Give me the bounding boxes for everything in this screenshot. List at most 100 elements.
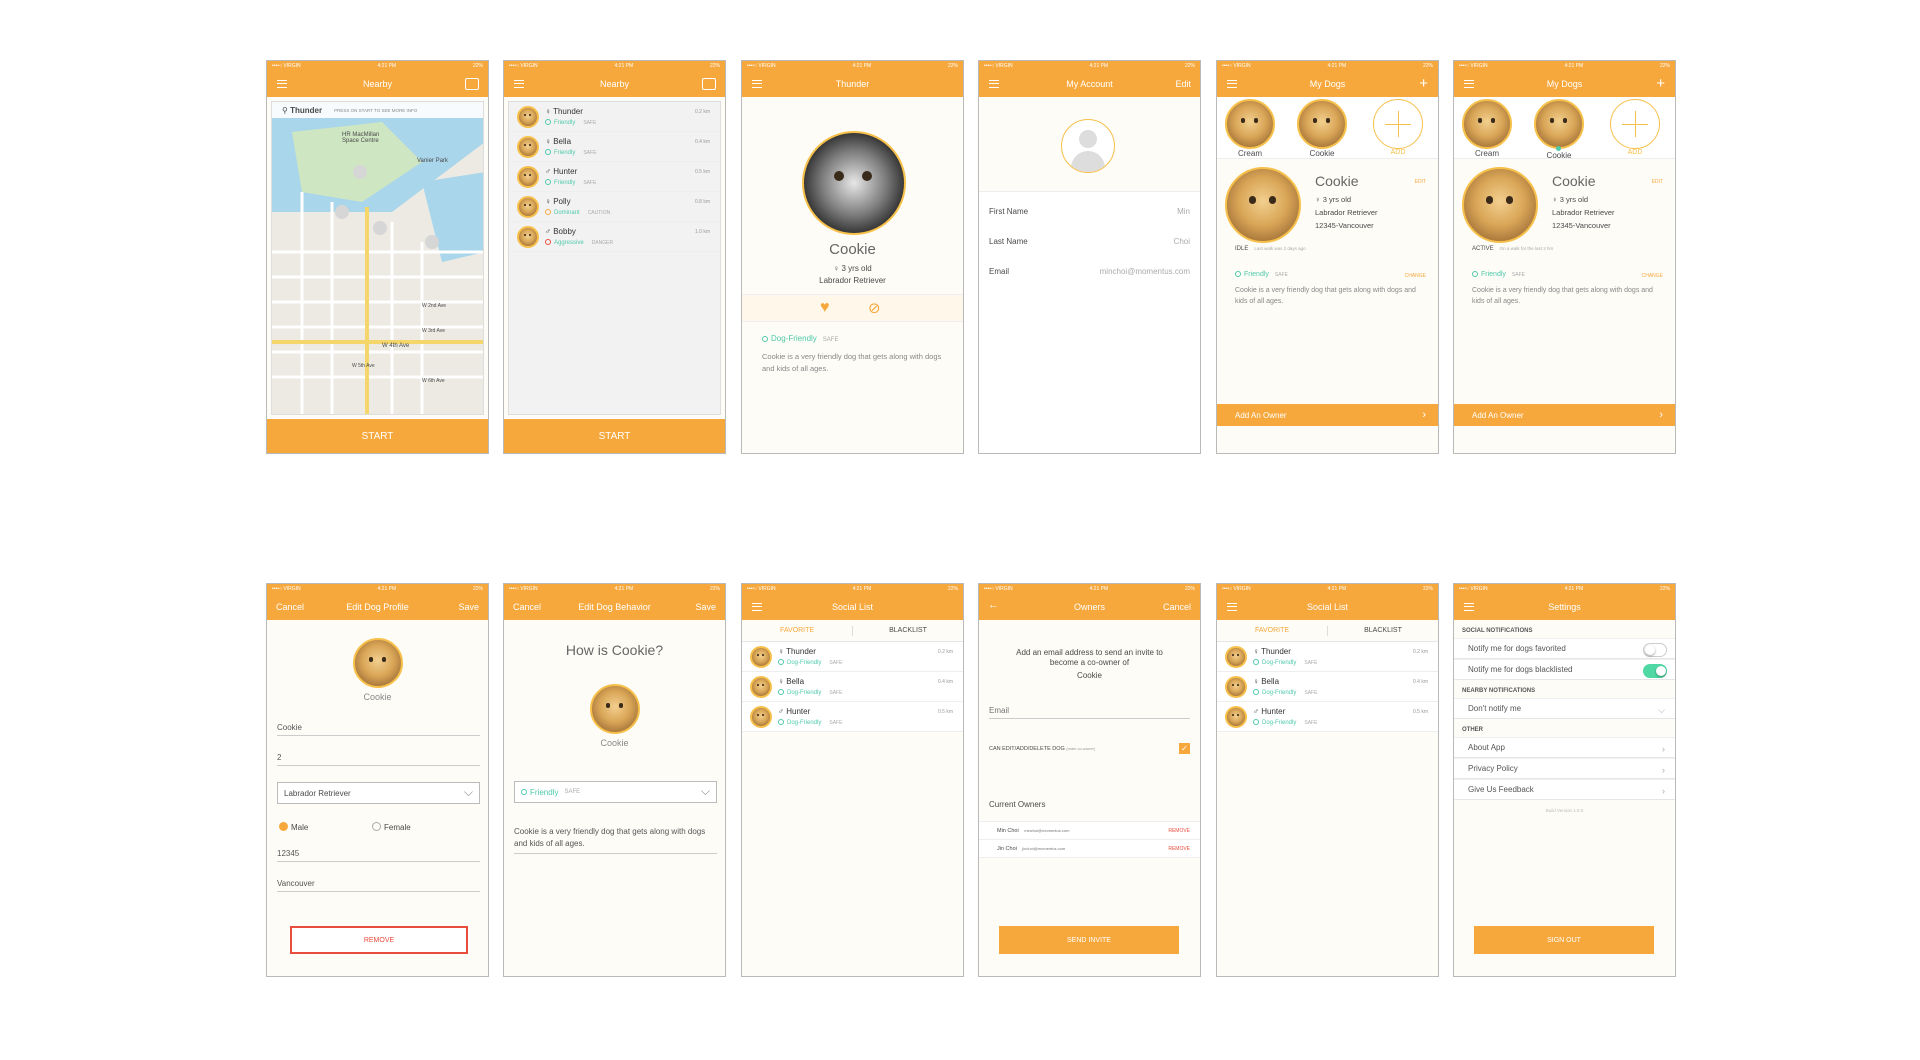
list-item[interactable]: ♀ Thunder Dog-Friendly SAFE 0.2 km xyxy=(1217,642,1438,672)
list-item[interactable]: ♂ Hunter Friendly SAFE 0.5 km xyxy=(509,162,720,192)
menu-icon[interactable] xyxy=(752,603,762,611)
first-name-row[interactable]: First Name Min xyxy=(989,207,1190,216)
email-row[interactable]: Email minchoi@momentus.com xyxy=(989,267,1190,276)
dog-avatar xyxy=(517,135,539,158)
menu-icon[interactable] xyxy=(1227,80,1237,88)
add-label: ADD xyxy=(1627,149,1643,156)
menu-icon[interactable] xyxy=(1464,603,1474,611)
dog-thumb-label: Cookie xyxy=(1309,149,1335,158)
blacklisted-toggle[interactable] xyxy=(1643,664,1667,678)
menu-icon[interactable] xyxy=(989,80,999,88)
about-app-row[interactable]: About App › xyxy=(1454,737,1675,758)
dog-thumb-cookie[interactable] xyxy=(1297,99,1347,149)
female-radio[interactable]: Female xyxy=(372,822,411,832)
action-bar: ♥ ⊘ xyxy=(742,294,963,322)
privacy-policy-row[interactable]: Privacy Policy › xyxy=(1454,758,1675,779)
description-textarea[interactable]: Cookie is a very friendly dog that gets … xyxy=(514,826,717,854)
dog-description: Cookie is a very friendly dog that gets … xyxy=(1235,287,1416,305)
tab-blacklist[interactable]: BLACKLIST xyxy=(1328,627,1438,634)
dog-thumb-cream[interactable] xyxy=(1225,99,1275,149)
list-item[interactable]: ♀ Bella Friendly SAFE 0.4 km xyxy=(509,132,720,162)
permission-row: CAN EDIT/ADD/DELETE DOG (main co-owner) … xyxy=(989,743,1190,754)
dog-avatar xyxy=(517,105,539,128)
menu-icon[interactable] xyxy=(1227,603,1237,611)
email-field[interactable] xyxy=(989,706,1190,719)
dog-location: 12345-Vancouver xyxy=(1552,221,1611,230)
list-item[interactable]: ♀ Thunder Dog-Friendly SAFE 0.2 km xyxy=(742,642,963,672)
zip-field[interactable]: 12345 xyxy=(277,849,480,862)
chevron-down-icon: ⌵ xyxy=(463,785,473,799)
city-field[interactable]: Vancouver xyxy=(277,879,480,892)
name-field[interactable]: Cookie xyxy=(277,723,480,736)
list-item[interactable]: ♀ Bella Dog-Friendly SAFE 0.4 km xyxy=(742,672,963,702)
cancel-button[interactable]: Cancel xyxy=(1163,602,1191,612)
last-name-row[interactable]: Last Name Choi xyxy=(989,237,1190,246)
menu-icon[interactable] xyxy=(752,80,762,88)
tab-favorite[interactable]: FAVORITE xyxy=(1217,627,1327,634)
menu-icon[interactable] xyxy=(1464,80,1474,88)
start-button[interactable]: START xyxy=(504,419,725,453)
edit-link[interactable]: EDIT xyxy=(1415,179,1426,185)
list-item[interactable]: ♂ Bobby Aggressive DANGER 1.0 km xyxy=(509,222,720,252)
edit-button[interactable]: Edit xyxy=(1175,79,1191,89)
list-view-icon[interactable] xyxy=(465,78,479,90)
dog-photo[interactable] xyxy=(353,638,403,688)
add-owner-button[interactable]: Add An Owner › xyxy=(1454,404,1675,426)
blacklist-icon[interactable]: ⊘ xyxy=(868,299,881,317)
age-field[interactable]: 2 xyxy=(277,753,480,766)
nav-title: Nearby xyxy=(362,79,392,89)
owner-row: Min Choi minchoi@momentus.com REMOVE xyxy=(979,822,1200,840)
feedback-row[interactable]: Give Us Feedback › xyxy=(1454,779,1675,800)
add-dog-icon[interactable]: + xyxy=(1419,75,1428,92)
dog-avatar xyxy=(750,645,772,668)
change-link[interactable]: CHANGE xyxy=(1642,273,1663,279)
map-pin-callout[interactable]: ⚲ Thunder PRESS ON START TO SEE MORE INF… xyxy=(272,102,483,118)
edit-link[interactable]: EDIT xyxy=(1652,179,1663,185)
list-item[interactable]: ♂ Hunter Dog-Friendly SAFE 0.5 km xyxy=(1217,702,1438,732)
breed-select[interactable]: Labrador Retriever ⌵ xyxy=(277,782,480,804)
list-view-icon[interactable] xyxy=(702,78,716,90)
add-owner-button[interactable]: Add An Owner › xyxy=(1217,404,1438,426)
remove-owner-link[interactable]: REMOVE xyxy=(1168,828,1190,834)
sign-out-button[interactable]: SIGN OUT xyxy=(1474,926,1654,954)
list-item[interactable]: ♀ Bella Dog-Friendly SAFE 0.4 km xyxy=(1217,672,1438,702)
screen-nearby-list: ••••○ VIRGIN 4:21 PM 22% Nearby ♀ Thunder F… xyxy=(503,60,726,454)
send-invite-button[interactable]: SEND INVITE xyxy=(999,926,1179,954)
list-item[interactable]: ♀ Polly Dominant CAUTION 0.8 km xyxy=(509,192,720,222)
pin-hint: PRESS ON START TO SEE MORE INFO xyxy=(334,107,418,113)
add-dog-icon[interactable]: + xyxy=(1656,75,1665,92)
list-item[interactable]: ♂ Hunter Dog-Friendly SAFE 0.5 km xyxy=(742,702,963,732)
menu-icon[interactable] xyxy=(514,80,524,88)
add-dog-circle[interactable] xyxy=(1610,99,1660,149)
male-radio[interactable]: Male xyxy=(279,822,308,832)
change-link[interactable]: CHANGE xyxy=(1405,273,1426,279)
add-dog-circle[interactable] xyxy=(1373,99,1423,149)
nearby-select-row[interactable]: Don't notify me ⌵ xyxy=(1454,698,1675,719)
dog-thumb-cookie[interactable] xyxy=(1534,99,1584,149)
start-button[interactable]: START xyxy=(267,419,488,453)
favorite-heart-icon[interactable]: ♥ xyxy=(820,299,830,317)
map-label: W 5th Ave xyxy=(352,363,375,369)
permission-checkbox[interactable]: ✓ xyxy=(1179,743,1190,754)
remove-button[interactable]: REMOVE xyxy=(290,926,468,954)
favorited-toggle[interactable] xyxy=(1643,643,1667,657)
screen-my-account: ••••○ VIRGIN 4:21 PM 22% My Account Edit F… xyxy=(978,60,1201,454)
cancel-button[interactable]: Cancel xyxy=(276,602,304,612)
map-label: W 3rd Ave xyxy=(422,328,445,334)
status-bar: ••••○ VIRGIN 4:21 PM 22% xyxy=(504,584,725,594)
back-arrow-icon[interactable]: ← xyxy=(988,599,999,611)
avatar[interactable] xyxy=(1061,119,1115,173)
remove-owner-link[interactable]: REMOVE xyxy=(1168,846,1190,852)
menu-icon[interactable] xyxy=(277,80,287,88)
cancel-button[interactable]: Cancel xyxy=(513,602,541,612)
behavior-tag: Friendly SAFE xyxy=(1235,271,1288,278)
list-item[interactable]: ♀ Thunder Friendly SAFE 0.2 km xyxy=(509,102,720,132)
behavior-select[interactable]: Friendly SAFE ⌵ xyxy=(514,781,717,803)
dog-thumb-cream[interactable] xyxy=(1462,99,1512,149)
tab-blacklist[interactable]: BLACKLIST xyxy=(853,627,963,634)
map[interactable]: HR MacMillan Space Centre Vanier Park W … xyxy=(271,101,484,415)
dog-breed: Labrador Retriever xyxy=(1552,208,1615,217)
tab-favorite[interactable]: FAVORITE xyxy=(742,627,852,634)
save-button[interactable]: Save xyxy=(695,602,716,612)
save-button[interactable]: Save xyxy=(458,602,479,612)
